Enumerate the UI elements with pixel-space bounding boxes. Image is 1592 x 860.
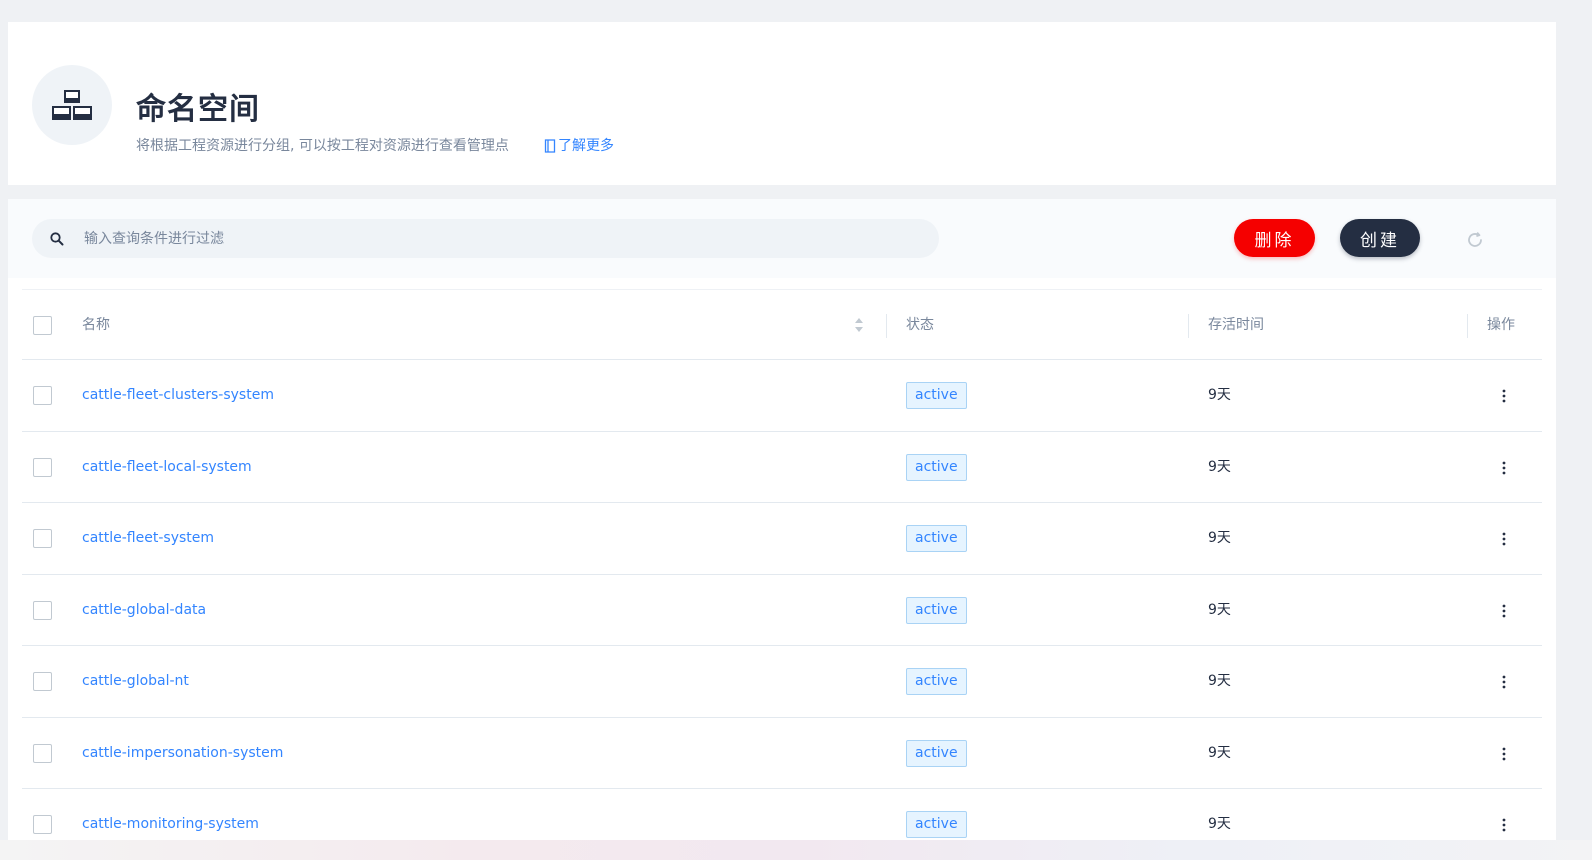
column-divider bbox=[1188, 314, 1189, 338]
page: 命名空间 将根据工程资源进行分组, 可以按工程对资源进行查看管理点 了解更多 删… bbox=[0, 0, 1592, 860]
column-header-status: 状态 bbox=[906, 317, 934, 333]
learn-more-label: 了解更多 bbox=[558, 138, 614, 154]
refresh-icon[interactable] bbox=[1465, 230, 1485, 250]
search-box[interactable] bbox=[32, 219, 939, 258]
document-icon bbox=[544, 139, 556, 153]
select-all-checkbox[interactable] bbox=[33, 316, 52, 335]
row-checkbox[interactable] bbox=[33, 529, 52, 548]
table-row: cattle-global-nt active 9天 bbox=[22, 646, 1542, 718]
page-description: 将根据工程资源进行分组, 可以按工程对资源进行查看管理点 bbox=[136, 138, 509, 154]
column-divider bbox=[886, 314, 887, 338]
column-header-age: 存活时间 bbox=[1208, 317, 1264, 333]
status-badge: active bbox=[906, 453, 967, 481]
table-row: cattle-fleet-local-system active 9天 bbox=[22, 432, 1542, 503]
more-actions-icon[interactable] bbox=[1494, 458, 1514, 478]
more-actions-icon[interactable] bbox=[1494, 672, 1514, 692]
age-text: 9天 bbox=[1208, 387, 1231, 403]
row-checkbox[interactable] bbox=[33, 672, 52, 691]
namespace-icon bbox=[32, 65, 112, 145]
table-header: 名称 状态 存活时间 操作 bbox=[22, 289, 1542, 360]
sort-icon[interactable] bbox=[854, 316, 864, 334]
page-header: 命名空间 将根据工程资源进行分组, 可以按工程对资源进行查看管理点 了解更多 bbox=[8, 22, 1556, 185]
column-header-name[interactable]: 名称 bbox=[82, 290, 110, 360]
status-badge: active bbox=[906, 668, 967, 695]
column-header-actions: 操作 bbox=[1487, 317, 1515, 333]
table-row: cattle-impersonation-system active 9天 bbox=[22, 718, 1542, 789]
window-bottom-strip bbox=[0, 840, 1592, 860]
row-checkbox[interactable] bbox=[33, 600, 52, 620]
age-text: 9天 bbox=[1208, 601, 1231, 618]
column-divider bbox=[1467, 314, 1468, 338]
status-badge: active bbox=[906, 525, 967, 552]
create-button[interactable]: 创建 bbox=[1340, 219, 1420, 257]
namespace-name-link[interactable]: cattle-fleet-clusters-system bbox=[82, 360, 274, 431]
more-actions-icon[interactable] bbox=[1494, 529, 1514, 549]
status-badge: active bbox=[906, 596, 967, 624]
more-actions-icon[interactable] bbox=[1494, 601, 1514, 621]
delete-button[interactable]: 删除 bbox=[1234, 219, 1315, 257]
row-checkbox[interactable] bbox=[33, 743, 52, 763]
learn-more-link[interactable]: 了解更多 bbox=[544, 136, 614, 156]
more-actions-icon[interactable] bbox=[1494, 815, 1514, 835]
table-row: cattle-fleet-clusters-system active 9天 bbox=[22, 360, 1542, 432]
table-row: cattle-global-data active 9天 bbox=[22, 575, 1542, 646]
namespace-table: 名称 状态 存活时间 操作 cattle-fleet-clusters-syst… bbox=[22, 289, 1542, 860]
more-actions-icon[interactable] bbox=[1494, 386, 1514, 406]
row-checkbox[interactable] bbox=[33, 457, 52, 477]
row-checkbox[interactable] bbox=[33, 386, 52, 405]
row-checkbox[interactable] bbox=[33, 815, 52, 834]
age-text: 9天 bbox=[1208, 744, 1231, 761]
more-actions-icon[interactable] bbox=[1494, 744, 1514, 764]
age-text: 9天 bbox=[1208, 673, 1231, 689]
namespace-name-link[interactable]: cattle-impersonation-system bbox=[82, 718, 283, 789]
namespace-name-link[interactable]: cattle-global-data bbox=[82, 575, 206, 646]
status-badge: active bbox=[906, 811, 967, 838]
page-title: 命名空间 bbox=[136, 92, 260, 127]
table-row: cattle-fleet-system active 9天 bbox=[22, 503, 1542, 575]
status-badge: active bbox=[906, 739, 967, 767]
status-badge: active bbox=[906, 382, 967, 409]
namespace-name-link[interactable]: cattle-global-nt bbox=[82, 646, 189, 717]
age-text: 9天 bbox=[1208, 458, 1231, 475]
namespace-list-panel: 删除 创建 名称 状态 存活时间 操作 bbox=[8, 199, 1556, 860]
toolbar: 删除 创建 bbox=[8, 199, 1556, 278]
table-body: cattle-fleet-clusters-system active 9天 c… bbox=[22, 360, 1542, 860]
age-text: 9天 bbox=[1208, 530, 1231, 546]
search-icon bbox=[50, 232, 64, 246]
namespace-name-link[interactable]: cattle-fleet-system bbox=[82, 503, 214, 574]
search-input[interactable] bbox=[84, 219, 924, 258]
namespace-name-link[interactable]: cattle-fleet-local-system bbox=[82, 432, 252, 503]
